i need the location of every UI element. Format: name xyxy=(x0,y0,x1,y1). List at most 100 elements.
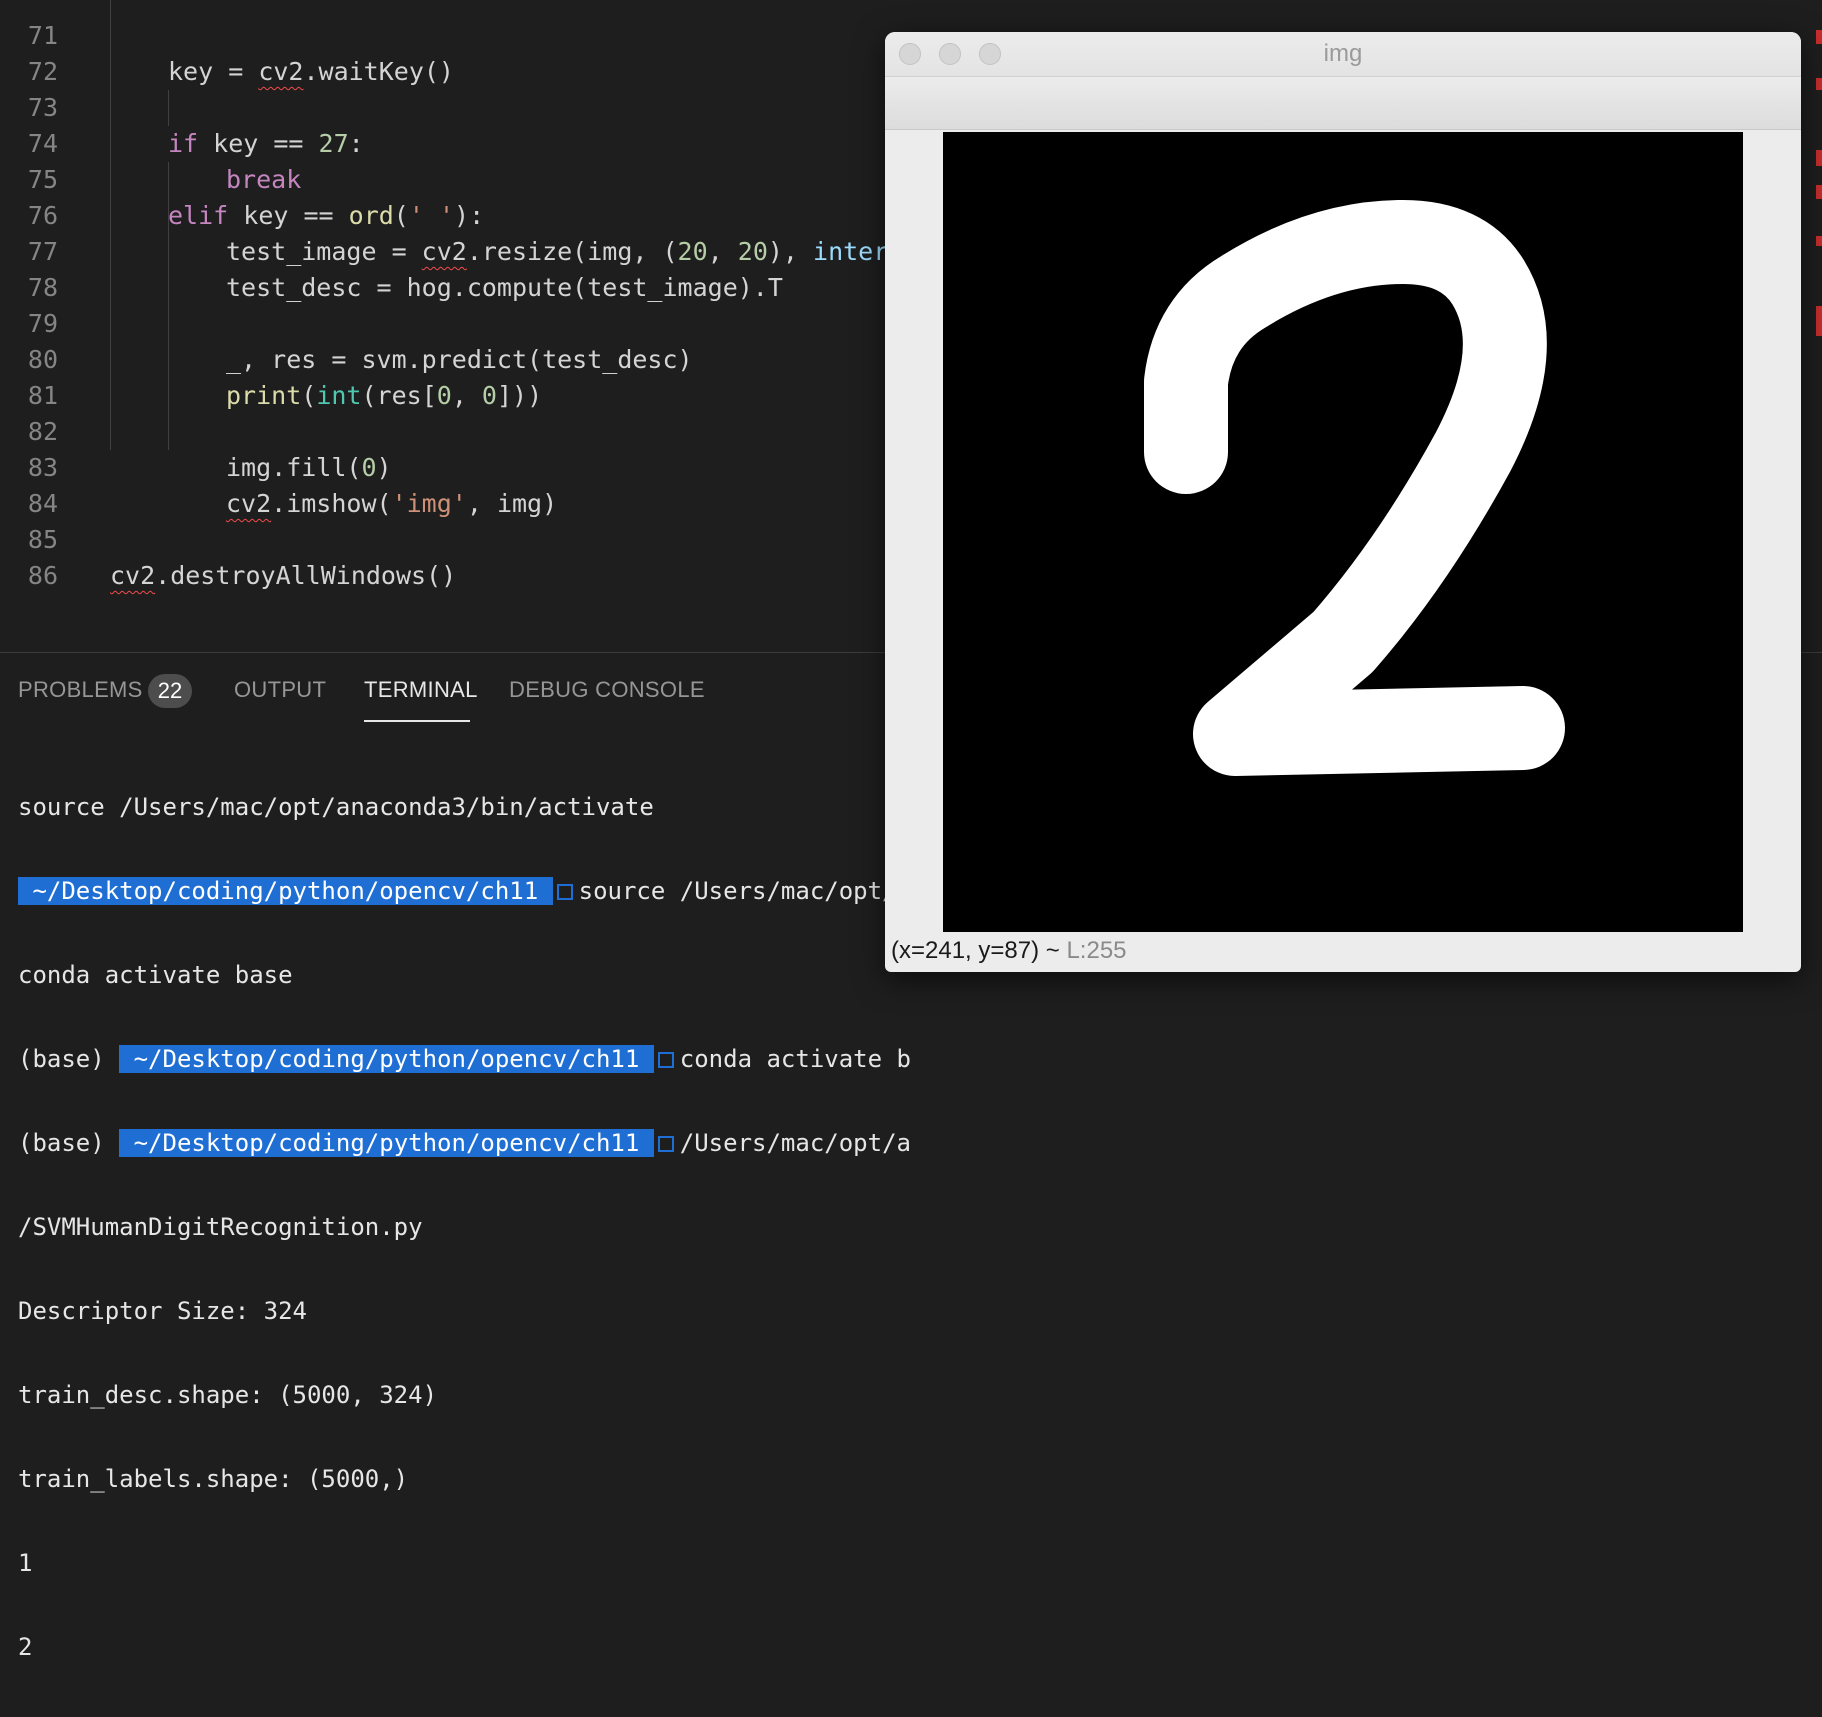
terminal-line: Descriptor Size: 324 xyxy=(18,1297,911,1325)
terminal-line: /SVMHumanDigitRecognition.py xyxy=(18,1213,911,1241)
code-line[interactable]: 76 test_image = cv2.resize(img, (20, 20)… xyxy=(0,162,919,266)
indent-guide xyxy=(110,0,111,450)
code-line[interactable]: 78 xyxy=(0,234,60,302)
builtin-type: int xyxy=(316,381,362,410)
code-line[interactable]: 80 print(int(res[0, 0])) xyxy=(0,306,542,410)
overview-ruler-error-mark xyxy=(1816,306,1822,336)
code-text: .destroyAllWindows() xyxy=(155,561,457,590)
code-text: cv2 xyxy=(110,561,156,590)
code-text: ) xyxy=(376,453,392,482)
string-literal: ' ' xyxy=(408,201,455,230)
code-line[interactable]: 73 if key == 27: xyxy=(0,54,364,158)
terminal-text: /SVMHumanDigitRecognition.py xyxy=(18,1213,423,1241)
code-text: ( xyxy=(301,381,317,410)
code-text: .resize(img, ( xyxy=(466,237,678,266)
overview-ruler-error-mark xyxy=(1816,150,1822,166)
code-text: .imshow( xyxy=(271,489,392,518)
img-window[interactable]: img (x=241, y=87) ~ L:255 xyxy=(885,32,1801,972)
prompt-separator-icon xyxy=(556,884,573,900)
terminal-line: train_desc.shape: (5000, 324) xyxy=(18,1381,911,1409)
code-text: ( xyxy=(393,201,409,230)
number-literal: 0 xyxy=(481,381,497,410)
drawn-digit-image xyxy=(1144,200,1565,776)
terminal-line: 2 xyxy=(18,1633,911,1661)
terminal-text: (base) xyxy=(18,1045,120,1073)
code-text: , xyxy=(451,381,482,410)
prompt-separator-icon xyxy=(657,1052,674,1068)
code-line[interactable]: 85 cv2.destroyAllWindows() xyxy=(0,486,456,590)
cursor-coordinates: (x=241, y=87) ~ xyxy=(891,937,1067,964)
code-text: test_desc = hog.compute(test_image).T xyxy=(226,273,783,302)
number-literal: 27 xyxy=(318,129,349,158)
terminal-output[interactable]: source /Users/mac/opt/anaconda3/bin/acti… xyxy=(18,737,911,1717)
prompt-path: ~/Desktop/coding/python/opencv/ch11 xyxy=(119,1045,654,1073)
number-literal: 20 xyxy=(677,237,708,266)
code-text: ), xyxy=(767,237,814,266)
terminal-text: Descriptor Size: 324 xyxy=(18,1297,307,1325)
code-line[interactable]: 86 xyxy=(0,522,60,590)
code-text: _, res = svm.predict(test_desc) xyxy=(226,345,693,374)
indent-guide xyxy=(168,90,169,126)
tab-debug-console[interactable]: DEBUG CONSOLE xyxy=(509,677,705,703)
tab-terminal[interactable]: TERMINAL xyxy=(364,677,478,703)
terminal-text: source /Users/mac/opt/anaconda3/bin/acti… xyxy=(18,793,654,821)
code-line[interactable]: 84 xyxy=(0,450,60,518)
code-text: : xyxy=(348,129,364,158)
code-text: key = xyxy=(168,57,259,86)
code-text: .waitKey() xyxy=(303,57,454,86)
keyword: if xyxy=(168,129,199,158)
keyword: elif xyxy=(168,201,229,230)
code-line[interactable]: 77 test_desc = hog.compute(test_image).T xyxy=(0,198,783,302)
tab-output[interactable]: OUTPUT xyxy=(234,677,326,703)
code-line[interactable]: 82 img.fill(0) xyxy=(0,378,392,482)
string-literal: 'img' xyxy=(391,489,467,518)
code-line[interactable]: 83 cv2.imshow('img', img) xyxy=(0,414,557,518)
code-text: test_image = xyxy=(226,237,422,266)
code-line[interactable]: 81 xyxy=(0,342,60,410)
terminal-line: source /Users/mac/opt/anaconda3/bin/acti… xyxy=(18,793,911,821)
code-line[interactable]: 74 break xyxy=(0,90,301,194)
terminal-line: train_labels.shape: (5000,) xyxy=(18,1465,911,1493)
terminal-line: conda activate base xyxy=(18,961,911,989)
terminal-line: (base) ~/Desktop/coding/python/opencv/ch… xyxy=(18,1129,911,1157)
active-tab-indicator xyxy=(364,720,470,722)
code-text: cv2 xyxy=(258,57,304,86)
terminal-text: /Users/mac/opt/a xyxy=(679,1129,911,1157)
window-title: img xyxy=(1323,40,1363,67)
code-line[interactable]: 79 _, res = svm.predict(test_desc) xyxy=(0,270,693,374)
number-literal: 0 xyxy=(361,453,377,482)
terminal-text: conda activate b xyxy=(679,1045,911,1073)
overview-ruler-error-mark xyxy=(1816,185,1822,199)
overview-ruler-error-mark xyxy=(1816,78,1822,90)
code-text: key == xyxy=(198,129,319,158)
code-text: cv2 xyxy=(226,489,272,518)
number-literal: 20 xyxy=(737,237,768,266)
prompt-separator-icon xyxy=(657,1136,674,1152)
terminal-text: 2 xyxy=(18,1633,33,1661)
prompt-path: ~/Desktop/coding/python/opencv/ch11 xyxy=(18,877,553,905)
terminal-text: conda activate base xyxy=(18,961,293,989)
pixel-status-bar: (x=241, y=87) ~ L:255 xyxy=(891,932,1127,970)
code-text: img.fill( xyxy=(226,453,362,482)
overview-ruler-error-mark xyxy=(1816,236,1822,246)
code-line[interactable]: 72 xyxy=(0,18,60,86)
code-text: ])) xyxy=(496,381,543,410)
terminal-line: (base) ~/Desktop/coding/python/opencv/ch… xyxy=(18,1045,911,1073)
function-name: print xyxy=(226,381,302,410)
terminal-line: ~/Desktop/coding/python/opencv/ch11 sour… xyxy=(18,877,911,905)
image-canvas[interactable] xyxy=(943,132,1743,932)
code-line[interactable]: 75 elif key == ord(' '): xyxy=(0,126,484,230)
terminal-text: (base) xyxy=(18,1129,120,1157)
function-name: ord xyxy=(348,201,394,230)
number-literal: 0 xyxy=(436,381,452,410)
window-titlebar[interactable]: img xyxy=(885,32,1801,77)
code-text: (res[ xyxy=(361,381,437,410)
pixel-value: L:255 xyxy=(1066,937,1127,964)
prompt-path: ~/Desktop/coding/python/opencv/ch11 xyxy=(119,1129,654,1157)
code-text: , xyxy=(707,237,738,266)
terminal-text: train_desc.shape: (5000, 324) xyxy=(18,1381,438,1409)
tab-problems[interactable]: PROBLEMS xyxy=(18,677,143,703)
code-line[interactable]: 71 key = cv2.waitKey() xyxy=(0,0,454,86)
code-text: key == xyxy=(228,201,349,230)
code-text: cv2 xyxy=(421,237,467,266)
